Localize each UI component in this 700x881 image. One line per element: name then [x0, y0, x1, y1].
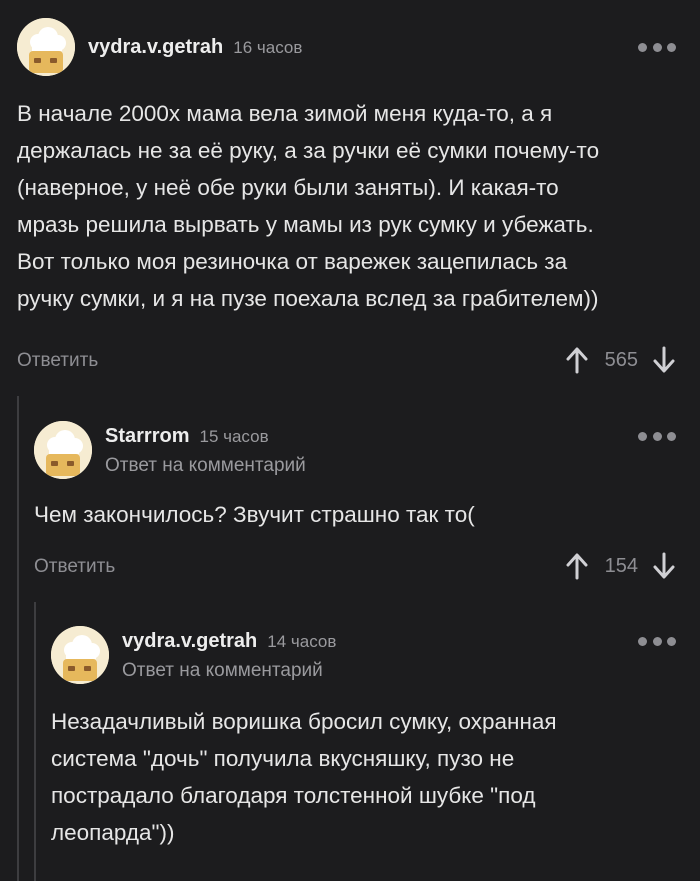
comment-author[interactable]: vydra.v.getrah 14 часов — [122, 630, 336, 653]
more-options-button[interactable] — [638, 636, 676, 646]
chef-hat-avatar-icon — [51, 626, 109, 684]
more-dot — [652, 42, 662, 52]
more-dot — [652, 636, 662, 646]
thread-line-level-2 — [34, 602, 36, 881]
more-dot — [667, 42, 676, 52]
more-dots-icon — [638, 42, 647, 52]
comment-text: В начале 2000х мама вела зимой меня куда… — [17, 101, 600, 311]
author-name[interactable]: Starrrom — [105, 425, 189, 447]
chef-hat-avatar-icon — [17, 18, 75, 76]
more-dot — [667, 431, 676, 441]
author-name[interactable]: vydra.v.getrah — [122, 630, 257, 652]
rating-count: 565 — [604, 348, 638, 371]
more-options-button[interactable] — [638, 431, 676, 441]
author-name[interactable]: vydra.v.getrah — [88, 36, 223, 58]
more-dot — [667, 636, 676, 646]
avatar[interactable] — [51, 626, 109, 684]
avatar[interactable] — [17, 18, 75, 76]
arrow-down-icon[interactable] — [652, 346, 676, 374]
reply-to-label[interactable]: Ответ на комментарий — [105, 455, 306, 477]
comment-time: 16 часов — [233, 38, 303, 57]
arrow-down-icon[interactable] — [652, 552, 676, 580]
reply-button[interactable]: Ответить — [17, 350, 98, 372]
arrow-up-icon[interactable] — [565, 552, 589, 580]
chef-hat-avatar-icon — [34, 421, 92, 479]
more-dots-icon — [638, 636, 647, 646]
arrow-up-icon[interactable] — [565, 346, 589, 374]
vote-controls: 565 — [565, 345, 676, 375]
more-options-button[interactable] — [638, 42, 676, 52]
reply-button[interactable]: Ответить — [34, 556, 115, 578]
avatar[interactable] — [34, 421, 92, 479]
comment-time: 14 часов — [267, 632, 337, 651]
comment-author[interactable]: vydra.v.getrah 16 часов — [88, 36, 302, 59]
rating-count: 154 — [604, 554, 638, 577]
comment-text: Незадачливый воришка бросил сумку, охран… — [51, 709, 557, 845]
comment-time: 15 часов — [199, 427, 269, 446]
comment-author[interactable]: Starrrom 15 часов — [105, 425, 269, 448]
more-dots-icon — [638, 431, 647, 441]
comment-text: Чем закончилось? Звучит страшно так то( — [34, 502, 475, 527]
thread-line-level-1 — [17, 396, 19, 881]
vote-controls: 154 — [565, 551, 676, 581]
more-dot — [652, 431, 662, 441]
reply-to-label[interactable]: Ответ на комментарий — [122, 660, 323, 682]
